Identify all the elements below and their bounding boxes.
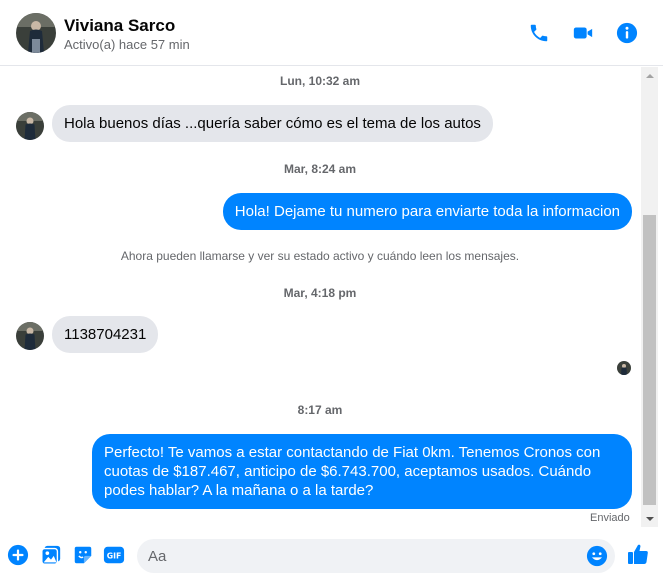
timestamp: Mar, 8:24 am (283, 162, 357, 176)
sticker-icon[interactable] (72, 544, 94, 566)
scrollbar[interactable] (641, 67, 658, 527)
message-composer: GIF (0, 527, 663, 584)
seen-avatar (617, 361, 631, 375)
message-input-wrapper (137, 539, 615, 573)
chat-notice: Ahora pueden llamarse y ver su estado ac… (120, 249, 520, 263)
video-icon[interactable] (571, 21, 595, 45)
message-thread[interactable]: Lun, 10:32 am Hola buenos días ...quería… (0, 67, 640, 527)
incoming-message[interactable]: Hola buenos días ...quería saber cómo es… (52, 105, 493, 142)
contact-status: Activo(a) hace 57 min (64, 37, 190, 52)
message-input[interactable] (148, 539, 568, 573)
outgoing-message[interactable]: Hola! Dejame tu numero para enviarte tod… (222, 193, 632, 230)
plus-icon[interactable] (7, 544, 29, 566)
incoming-message[interactable]: 1138704231 (52, 316, 159, 353)
outgoing-message[interactable]: Perfecto! Te vamos a estar contactando d… (92, 434, 632, 509)
conversation-header: Viviana Sarco Activo(a) hace 57 min (0, 0, 663, 66)
timestamp: Mar, 4:18 pm (283, 286, 357, 300)
thumbs-up-icon[interactable] (626, 542, 650, 566)
timestamp: Lun, 10:32 am (279, 74, 361, 88)
gallery-icon[interactable] (40, 544, 62, 566)
contact-avatar-small (16, 322, 44, 350)
timestamp: 8:17 am (297, 403, 343, 417)
scrollbar-thumb[interactable] (643, 215, 656, 505)
delivery-status: Enviado (590, 512, 630, 524)
contact-avatar-small (16, 112, 44, 140)
contact-name[interactable]: Viviana Sarco (64, 16, 175, 36)
emoji-icon[interactable] (586, 545, 608, 567)
scroll-up-arrow[interactable] (641, 67, 658, 84)
scroll-down-arrow[interactable] (641, 510, 658, 527)
gif-icon[interactable]: GIF (103, 544, 125, 566)
info-icon[interactable] (615, 21, 639, 45)
svg-text:GIF: GIF (107, 552, 122, 561)
contact-avatar[interactable] (16, 13, 56, 53)
phone-icon[interactable] (527, 21, 551, 45)
